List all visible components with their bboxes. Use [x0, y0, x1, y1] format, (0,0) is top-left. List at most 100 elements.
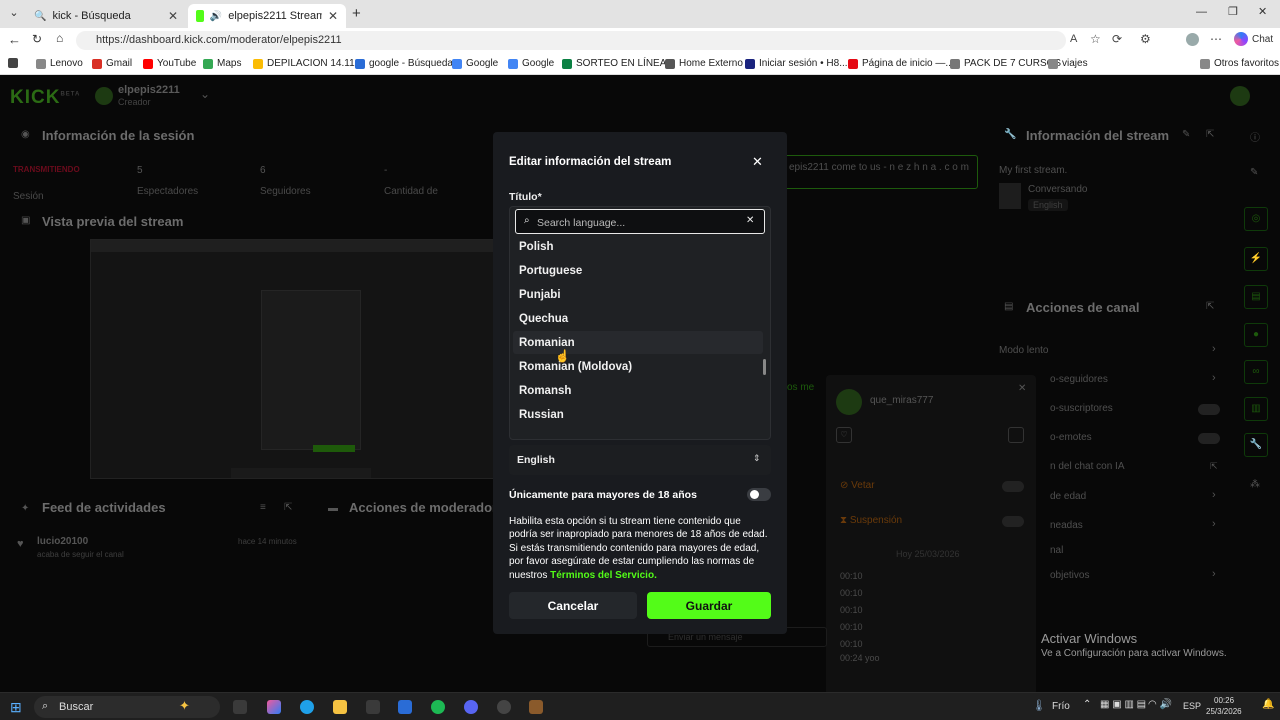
chevron-right-icon[interactable]: ›	[1212, 568, 1216, 580]
bookmark-item[interactable]: Página de inicio —...	[848, 58, 954, 69]
user-avatar[interactable]	[1230, 86, 1250, 106]
copilot-icon[interactable]	[1234, 32, 1248, 46]
channel-action-subscribers[interactable]: o-suscriptores	[1050, 403, 1113, 414]
mod-icon[interactable]	[1008, 427, 1024, 443]
bookmark-item[interactable]: Iniciar sesión • H8...	[745, 58, 848, 69]
url-field[interactable]: https://dashboard.kick.com/moderator/elp…	[76, 31, 1066, 50]
bookmark-item[interactable]: Maps	[203, 58, 241, 69]
back-icon[interactable]: ←	[8, 32, 21, 47]
bookmark-item[interactable]: DEPILACION 14.11....	[253, 58, 366, 69]
server-icon[interactable]: ▥	[1244, 397, 1268, 421]
filter-icon[interactable]: ≡	[260, 502, 266, 513]
refresh-icon[interactable]: ⟳	[1112, 32, 1122, 46]
bookmark-item[interactable]: viajes	[1048, 58, 1088, 69]
stream-preview-video[interactable]	[90, 239, 495, 479]
bookmark-item[interactable]: Lenovo	[36, 58, 83, 69]
read-aloud-icon[interactable]: A	[1070, 33, 1077, 45]
suspension-toggle[interactable]	[1002, 516, 1024, 527]
input-language[interactable]: ESP	[1183, 701, 1201, 711]
copilot-app-icon[interactable]	[267, 700, 281, 714]
popout-icon[interactable]: ⇱	[1206, 129, 1214, 140]
chevron-up-icon[interactable]: ⌃	[1083, 699, 1091, 710]
external-link-icon[interactable]: ⇱	[1210, 461, 1218, 472]
chevron-right-icon[interactable]: ›	[1212, 343, 1216, 355]
chat-bubble-icon[interactable]: ●	[1244, 323, 1268, 347]
veto-label[interactable]: ⊘ Vetar	[840, 480, 875, 491]
wrench-tool-icon[interactable]: 🔧	[1244, 433, 1268, 457]
channel-action-banned[interactable]: neadas	[1050, 520, 1083, 531]
language-select[interactable]: English ⇕	[509, 445, 771, 475]
channel-action-age[interactable]: de edad	[1050, 491, 1086, 502]
tray-icons[interactable]: ▦ ▣ ▥ ▤	[1100, 699, 1146, 710]
bookmark-item[interactable]: Google	[508, 58, 554, 69]
box-app-icon[interactable]	[529, 700, 543, 714]
subscribers-toggle[interactable]	[1198, 404, 1220, 415]
bolt-icon[interactable]: ⚡	[1244, 247, 1268, 271]
file-explorer-icon[interactable]	[333, 700, 347, 714]
extensions-icon[interactable]: ⚙	[1140, 32, 1151, 46]
info-icon[interactable]: ⓘ	[1250, 129, 1260, 144]
language-option-romansh[interactable]: Romansh	[519, 385, 571, 397]
minimize-button[interactable]: —	[1196, 6, 1207, 18]
tab-list-button[interactable]: ⌄	[6, 6, 22, 22]
adult-toggle[interactable]	[747, 488, 771, 501]
close-icon[interactable]: ✕	[328, 9, 338, 23]
tab-kick-search[interactable]: 🔍 kick - Búsqueda ✕	[26, 4, 186, 28]
profile-avatar[interactable]	[1186, 33, 1199, 46]
close-window-button[interactable]: ✕	[1258, 5, 1267, 18]
edge-icon[interactable]	[300, 700, 314, 714]
bookmark-item[interactable]: YouTube	[143, 58, 196, 69]
language-option-quechua[interactable]: Quechua	[519, 313, 568, 325]
tab-kick-dashboard[interactable]: 🔊 elpepis2211 Stream - Kick Da ✕	[188, 4, 346, 28]
favorite-star-icon[interactable]: ☆	[1090, 32, 1101, 46]
popout-icon[interactable]: ⇱	[1206, 301, 1214, 312]
close-icon[interactable]: ✕	[1018, 383, 1026, 394]
clear-icon[interactable]: ✕	[746, 215, 754, 226]
close-icon[interactable]: ✕	[168, 9, 178, 23]
suspension-label[interactable]: ⧗ Suspensión	[840, 515, 902, 526]
document-icon[interactable]: ▤	[1244, 285, 1268, 309]
new-tab-button[interactable]: +	[352, 5, 361, 22]
spotify-icon[interactable]	[431, 700, 445, 714]
obs-icon[interactable]	[497, 700, 511, 714]
home-icon[interactable]: ⌂	[56, 31, 63, 45]
language-option-polish[interactable]: Polish	[519, 241, 554, 253]
bookmark-toggle-icon[interactable]	[8, 58, 18, 68]
language-option-punjabi[interactable]: Punjabi	[519, 289, 561, 301]
language-option-romanian-moldova[interactable]: Romanian (Moldova)	[519, 361, 632, 373]
clock-time[interactable]: 00:26	[1214, 696, 1234, 705]
channel-action-followers[interactable]: o-seguidores	[1050, 374, 1108, 385]
bookmark-item[interactable]: Home Externo	[665, 58, 743, 69]
reload-icon[interactable]: ↻	[32, 32, 42, 46]
language-search-input[interactable]: ⌕ Search language... ✕	[515, 209, 765, 234]
mail-icon[interactable]	[398, 700, 412, 714]
channel-action-emotes[interactable]: o-emotes	[1050, 432, 1092, 443]
tos-link[interactable]: Términos del Servicio.	[550, 570, 657, 581]
more-menu-icon[interactable]: ⋯	[1210, 32, 1222, 46]
dropdown-scrollbar[interactable]	[763, 359, 766, 375]
cancel-button[interactable]: Cancelar	[509, 592, 637, 619]
discord-icon[interactable]	[464, 700, 478, 714]
pencil-icon[interactable]: ✎	[1250, 167, 1258, 178]
channel-action-channel[interactable]: nal	[1050, 545, 1063, 556]
channel-action-ai[interactable]: n del chat con IA	[1050, 461, 1125, 472]
chevron-right-icon[interactable]: ›	[1212, 489, 1216, 501]
link-icon[interactable]: ∞	[1244, 360, 1268, 384]
language-option-portuguese[interactable]: Portuguese	[519, 265, 582, 277]
taskbar-search[interactable]: ⌕ Buscar ✦	[34, 696, 220, 718]
maximize-button[interactable]: ❐	[1228, 5, 1238, 18]
emotes-toggle[interactable]	[1198, 433, 1220, 444]
windows-start-icon[interactable]: ⊞	[10, 699, 22, 716]
chevron-down-icon[interactable]: ⌄	[200, 87, 210, 101]
kick-logo[interactable]: KICKBETA	[10, 87, 80, 109]
chevron-right-icon[interactable]: ›	[1212, 372, 1216, 384]
channel-action-goals[interactable]: objetivos	[1050, 570, 1089, 581]
follow-heart-icon[interactable]: ♡	[836, 427, 852, 443]
clock-date[interactable]: 25/3/2026	[1206, 707, 1242, 716]
avatar[interactable]	[95, 87, 113, 105]
puzzle-icon[interactable]: ⁂	[1250, 479, 1260, 490]
bookmark-item[interactable]: Otros favoritos	[1200, 58, 1279, 69]
bookmark-item[interactable]: Google	[452, 58, 498, 69]
close-icon[interactable]: ✕	[752, 154, 763, 170]
bookmark-item[interactable]: SORTEO EN LÍNEA...	[562, 58, 675, 69]
